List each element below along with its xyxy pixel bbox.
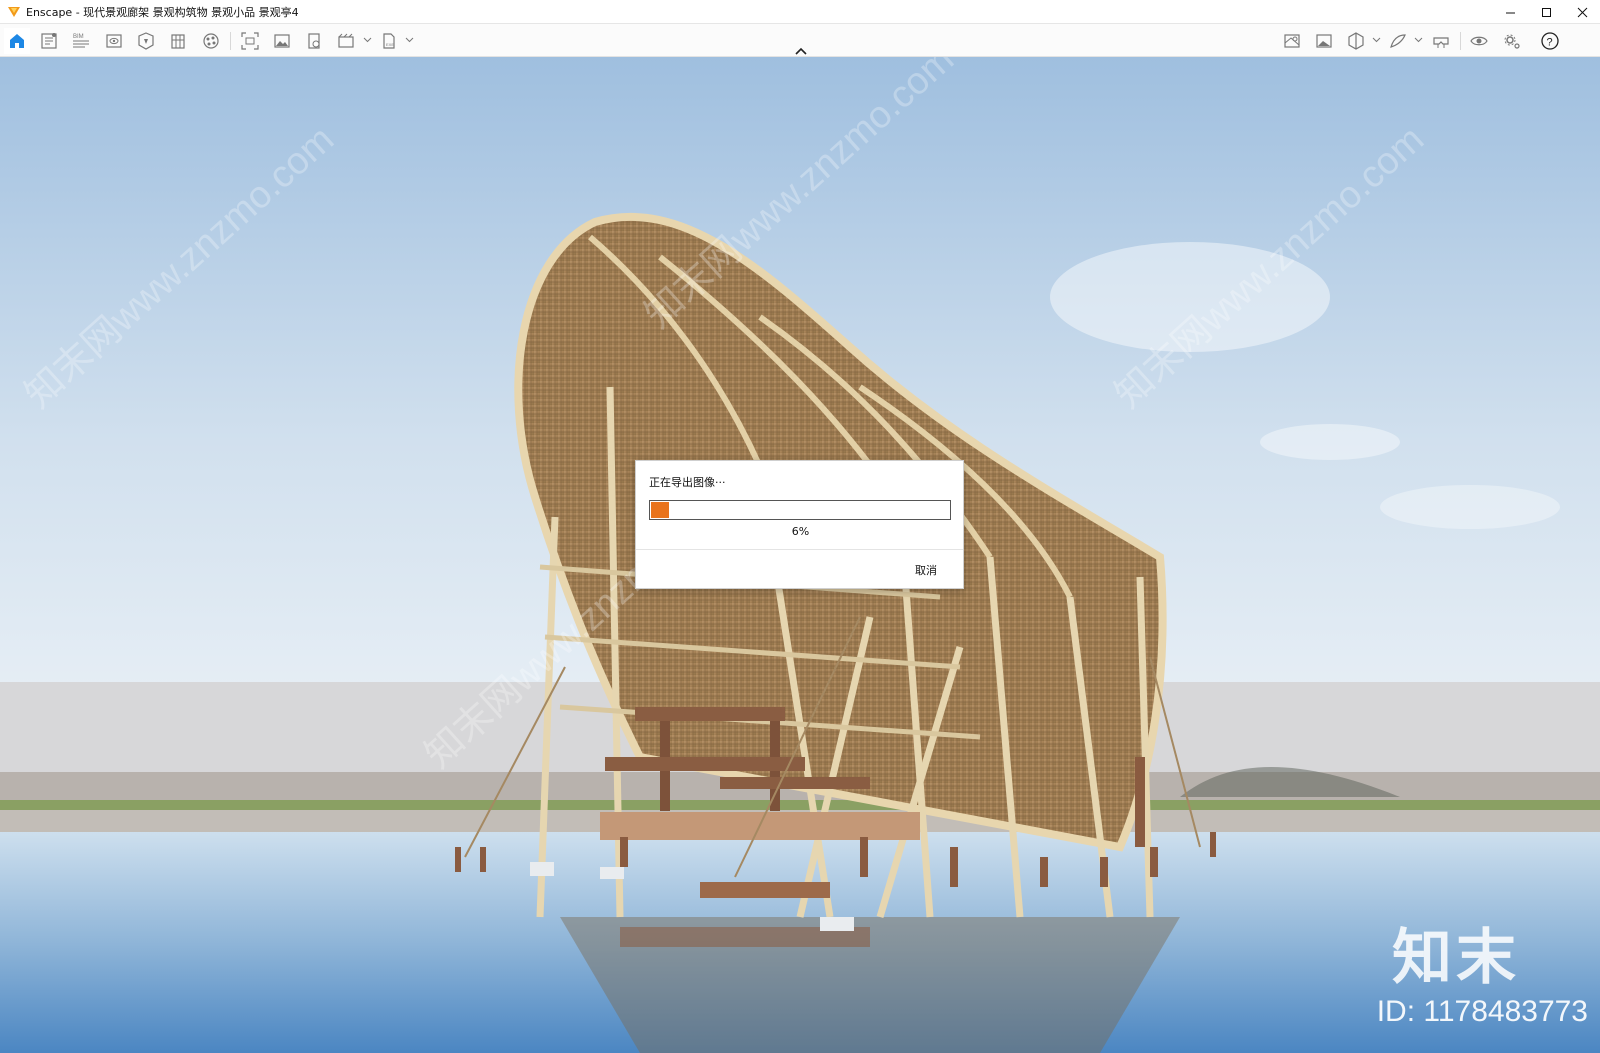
toolbar-separator	[1460, 32, 1461, 50]
preview-eye-icon	[1470, 36, 1488, 46]
screenshot-button[interactable]	[237, 28, 263, 54]
chevron-down-icon[interactable]	[1414, 35, 1423, 44]
materials-button[interactable]	[198, 28, 224, 54]
asset-library-button[interactable]	[133, 28, 159, 54]
export-progress-dialog: 正在导出图像··· 6% 取消	[635, 460, 964, 589]
visual-settings-button[interactable]	[101, 28, 127, 54]
batch-render-button[interactable]	[301, 28, 327, 54]
maximize-icon	[1541, 7, 1551, 17]
close-icon	[1577, 7, 1587, 17]
dialog-title: 正在导出图像···	[649, 476, 726, 489]
map-icon	[1284, 34, 1300, 48]
chevron-down-icon[interactable]	[363, 35, 372, 44]
bim-icon: BIM	[73, 34, 89, 48]
gallery-icon	[1316, 34, 1332, 48]
toolbar-separator	[230, 32, 231, 50]
window-controls	[1492, 0, 1600, 24]
home-icon	[10, 34, 24, 48]
progress-bar	[649, 500, 951, 520]
sketch-icon	[1390, 34, 1406, 48]
progress-percentage: 6%	[791, 525, 810, 538]
batch-render-icon	[308, 33, 320, 49]
views-button[interactable]	[165, 28, 191, 54]
cube-button[interactable]	[1343, 28, 1369, 54]
vr-headset-icon	[1433, 37, 1449, 48]
preview-eye-button[interactable]	[1466, 28, 1492, 54]
sketch-button[interactable]	[1385, 28, 1411, 54]
chevron-down-icon[interactable]	[1372, 35, 1381, 44]
minimize-icon	[1505, 12, 1515, 13]
bim-button[interactable]: BIM	[68, 28, 94, 54]
dialog-divider	[636, 549, 963, 550]
views-icon	[171, 34, 185, 49]
home-button[interactable]	[4, 28, 30, 54]
close-button[interactable]	[1564, 0, 1600, 24]
video-editor-button[interactable]	[333, 28, 359, 54]
minimize-button[interactable]	[1492, 0, 1528, 24]
settings-button[interactable]	[1499, 28, 1525, 54]
map-button[interactable]	[1279, 28, 1305, 54]
chevron-down-icon[interactable]	[405, 35, 414, 44]
image-button[interactable]	[269, 28, 295, 54]
window-title: Enscape - 现代景观廊架 景观构筑物 景观小品 景观亭4	[26, 5, 299, 19]
bim-label: BIM	[73, 34, 84, 40]
title-bar: Enscape - 现代景观廊架 景观构筑物 景观小品 景观亭4	[0, 0, 1600, 24]
export-button[interactable]: EXE	[376, 28, 402, 54]
asset-library-icon	[138, 32, 154, 50]
maximize-button[interactable]	[1528, 0, 1564, 24]
vr-headset-button[interactable]	[1428, 28, 1454, 54]
chevron-up-icon	[795, 47, 807, 55]
progress-bar-fill	[651, 502, 669, 518]
video-editor-icon	[338, 33, 354, 48]
help-button[interactable]: ?	[1537, 28, 1563, 54]
export-icon: EXE	[383, 33, 395, 49]
gallery-button[interactable]	[1311, 28, 1337, 54]
collapse-toolbar-button[interactable]	[793, 45, 809, 57]
help-icon: ?	[1541, 32, 1559, 50]
watermark-brand: 知末	[1392, 923, 1520, 993]
svg-text:EXE: EXE	[386, 42, 394, 47]
cube-icon	[1348, 32, 1364, 50]
watermark-id: ID: 1178483773	[1376, 995, 1588, 1028]
screenshot-icon	[241, 32, 259, 50]
cancel-button[interactable]: 取消	[899, 558, 953, 582]
document-icon	[41, 33, 57, 49]
enscape-logo-icon	[8, 6, 20, 17]
settings-icon	[1504, 34, 1520, 49]
help-label: ?	[1547, 37, 1553, 49]
visual-settings-icon	[106, 34, 122, 48]
materials-icon	[203, 33, 219, 49]
document-button[interactable]	[36, 28, 62, 54]
image-icon	[274, 34, 290, 48]
